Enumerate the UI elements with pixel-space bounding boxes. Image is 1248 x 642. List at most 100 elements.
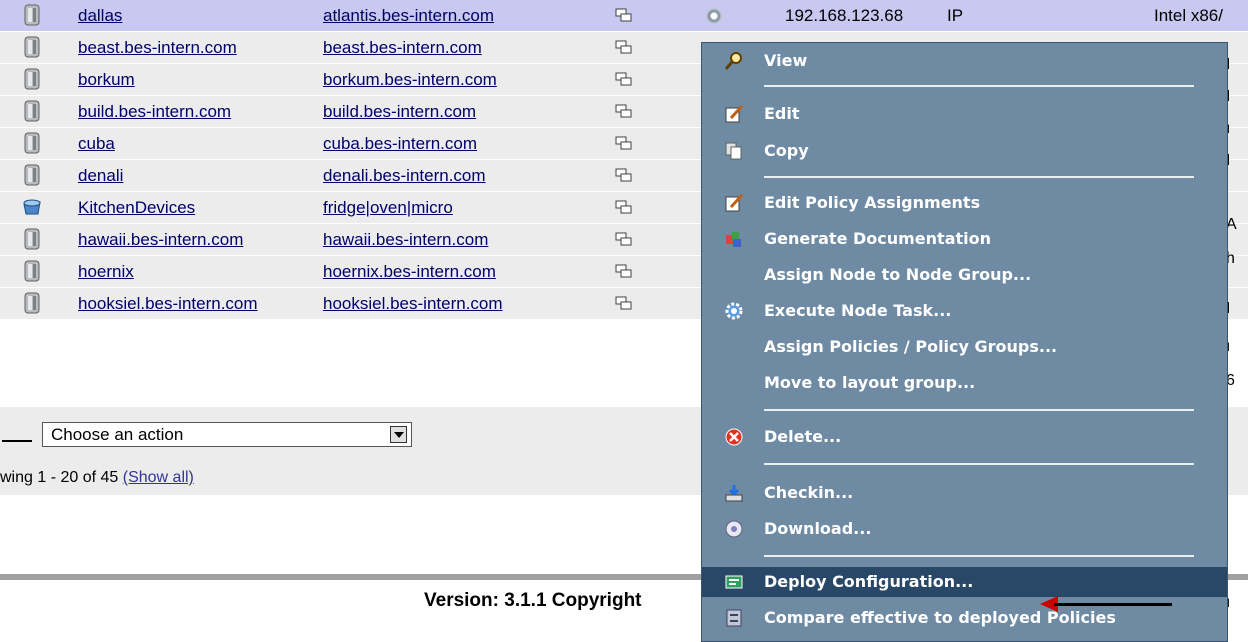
node-host-link[interactable]: denali.bes-intern.com bbox=[323, 160, 486, 191]
menu-item-assign-policies[interactable]: Assign Policies / Policy Groups... bbox=[702, 332, 1227, 362]
truncated-cell: I bbox=[1226, 88, 1231, 105]
menu-separator bbox=[764, 85, 1194, 87]
menu-item-compare-policies[interactable]: Compare effective to deployed Policies bbox=[702, 603, 1227, 633]
menu-item-download[interactable]: Download... bbox=[702, 514, 1227, 544]
menu-separator bbox=[764, 555, 1194, 557]
menu-item-label: Compare effective to deployed Policies bbox=[764, 608, 1116, 627]
menu-item-edit-policy-assignments[interactable]: Edit Policy Assignments bbox=[702, 188, 1227, 218]
menu-item-label: Assign Node to Node Group... bbox=[764, 265, 1032, 284]
truncated-cell: h bbox=[1226, 250, 1235, 267]
server-icon bbox=[24, 4, 40, 26]
menu-item-label: Checkin... bbox=[764, 483, 854, 502]
menu-item-delete[interactable]: Delete... bbox=[702, 422, 1227, 452]
node-name-link[interactable]: hoernix bbox=[78, 256, 134, 287]
menu-item-checkin[interactable]: Checkin... bbox=[702, 478, 1227, 508]
node-name-link[interactable]: hawaii.bes-intern.com bbox=[78, 224, 243, 255]
server-icon bbox=[24, 260, 40, 282]
gear-task-icon bbox=[725, 302, 743, 320]
version-text: Version: 3.1.1 Copyright bbox=[424, 590, 642, 611]
menu-separator bbox=[764, 176, 1194, 178]
device-group-icon bbox=[23, 199, 41, 215]
menu-separator bbox=[764, 463, 1194, 465]
paging-text: wing 1 - 20 of 45 bbox=[0, 469, 123, 486]
server-icon bbox=[24, 228, 40, 250]
server-icon bbox=[24, 36, 40, 58]
node-host-link[interactable]: hooksiel.bes-intern.com bbox=[323, 288, 503, 319]
console-icon[interactable] bbox=[615, 40, 633, 55]
node-name-link[interactable]: KitchenDevices bbox=[78, 192, 195, 223]
node-host-link[interactable]: fridge|oven|micro bbox=[323, 192, 453, 223]
download-icon bbox=[725, 520, 743, 538]
node-name-link[interactable]: cuba bbox=[78, 128, 115, 159]
truncated-cell: ı bbox=[1226, 594, 1231, 611]
truncated-cell: A bbox=[1226, 216, 1237, 233]
menu-item-label: Delete... bbox=[764, 427, 842, 446]
menu-item-edit[interactable]: Edit bbox=[702, 99, 1227, 129]
menu-item-label: Download... bbox=[764, 519, 872, 538]
node-host-link[interactable]: beast.bes-intern.com bbox=[323, 32, 482, 63]
menu-item-move-layout-group[interactable]: Move to layout group... bbox=[702, 368, 1227, 398]
console-icon[interactable] bbox=[615, 296, 633, 311]
documentation-icon bbox=[726, 232, 741, 247]
menu-item-generate-documentation[interactable]: Generate Documentation bbox=[702, 224, 1227, 254]
node-name-link[interactable]: build.bes-intern.com bbox=[78, 96, 231, 127]
edit-icon bbox=[725, 193, 744, 212]
console-icon[interactable] bbox=[615, 264, 633, 279]
node-host-link[interactable]: borkum.bes-intern.com bbox=[323, 64, 497, 95]
status-icon bbox=[706, 8, 722, 24]
ip-address: 192.168.123.68 bbox=[785, 6, 904, 25]
node-host-link[interactable]: cuba.bes-intern.com bbox=[323, 128, 477, 159]
server-icon bbox=[24, 68, 40, 90]
node-name-link[interactable]: dallas bbox=[78, 0, 122, 31]
node-name-link[interactable]: beast.bes-intern.com bbox=[78, 32, 237, 63]
truncated-cell: I bbox=[1226, 56, 1231, 73]
checkin-icon bbox=[725, 485, 743, 502]
compare-icon bbox=[726, 609, 742, 627]
truncated-cell: ı bbox=[1226, 338, 1231, 355]
console-icon[interactable] bbox=[615, 168, 633, 183]
console-icon[interactable] bbox=[615, 104, 633, 119]
console-icon[interactable] bbox=[615, 8, 633, 23]
menu-item-deploy-configuration[interactable]: Deploy Configuration... bbox=[702, 567, 1227, 597]
dropdown-arrow-icon[interactable] bbox=[390, 426, 407, 443]
copy-icon bbox=[725, 142, 742, 160]
menu-item-label: View bbox=[764, 51, 808, 70]
protocol: IP bbox=[947, 6, 964, 25]
truncated-cell: 6 bbox=[1226, 372, 1235, 389]
menu-item-label: Assign Policies / Policy Groups... bbox=[764, 337, 1058, 356]
delete-icon bbox=[725, 428, 743, 446]
node-host-link[interactable]: hoernix.bes-intern.com bbox=[323, 256, 496, 287]
node-name-link[interactable]: borkum bbox=[78, 64, 135, 95]
annotation-arrow-line bbox=[1054, 603, 1172, 606]
show-all-link[interactable]: (Show all) bbox=[123, 469, 194, 486]
menu-item-label: Deploy Configuration... bbox=[764, 572, 974, 591]
console-icon[interactable] bbox=[615, 136, 633, 151]
menu-item-label: Execute Node Task... bbox=[764, 301, 952, 320]
magnifier-icon bbox=[724, 52, 742, 70]
console-icon[interactable] bbox=[615, 232, 633, 247]
deploy-icon bbox=[725, 575, 743, 589]
console-icon[interactable] bbox=[615, 72, 633, 87]
node-name-link[interactable]: denali bbox=[78, 160, 123, 191]
menu-item-assign-node-group[interactable]: Assign Node to Node Group... bbox=[702, 260, 1227, 290]
node-name-link[interactable]: hooksiel.bes-intern.com bbox=[78, 288, 258, 319]
menu-item-label: Edit Policy Assignments bbox=[764, 193, 981, 212]
node-host-link[interactable]: atlantis.bes-intern.com bbox=[323, 0, 494, 31]
table-row[interactable]: dallas atlantis.bes-intern.com 192.168.1… bbox=[0, 0, 1248, 32]
menu-item-execute-node-task[interactable]: Execute Node Task... bbox=[702, 296, 1227, 326]
menu-item-view[interactable]: View bbox=[702, 46, 1227, 76]
context-menu: View Edit Copy Edit Policy Assignments G… bbox=[701, 42, 1228, 642]
menu-item-label: Move to layout group... bbox=[764, 373, 976, 392]
node-host-link[interactable]: build.bes-intern.com bbox=[323, 96, 476, 127]
edit-icon bbox=[725, 104, 744, 123]
truncated-cell: ı bbox=[1226, 120, 1231, 137]
menu-item-copy[interactable]: Copy bbox=[702, 136, 1227, 166]
menu-item-label: Copy bbox=[764, 141, 809, 160]
menu-separator bbox=[764, 409, 1194, 411]
action-select[interactable]: Choose an action bbox=[42, 422, 412, 447]
truncated-cell: I bbox=[1226, 152, 1231, 169]
node-host-link[interactable]: hawaii.bes-intern.com bbox=[323, 224, 488, 255]
menu-item-label: Edit bbox=[764, 104, 800, 123]
server-icon bbox=[24, 292, 40, 314]
console-icon[interactable] bbox=[615, 200, 633, 215]
